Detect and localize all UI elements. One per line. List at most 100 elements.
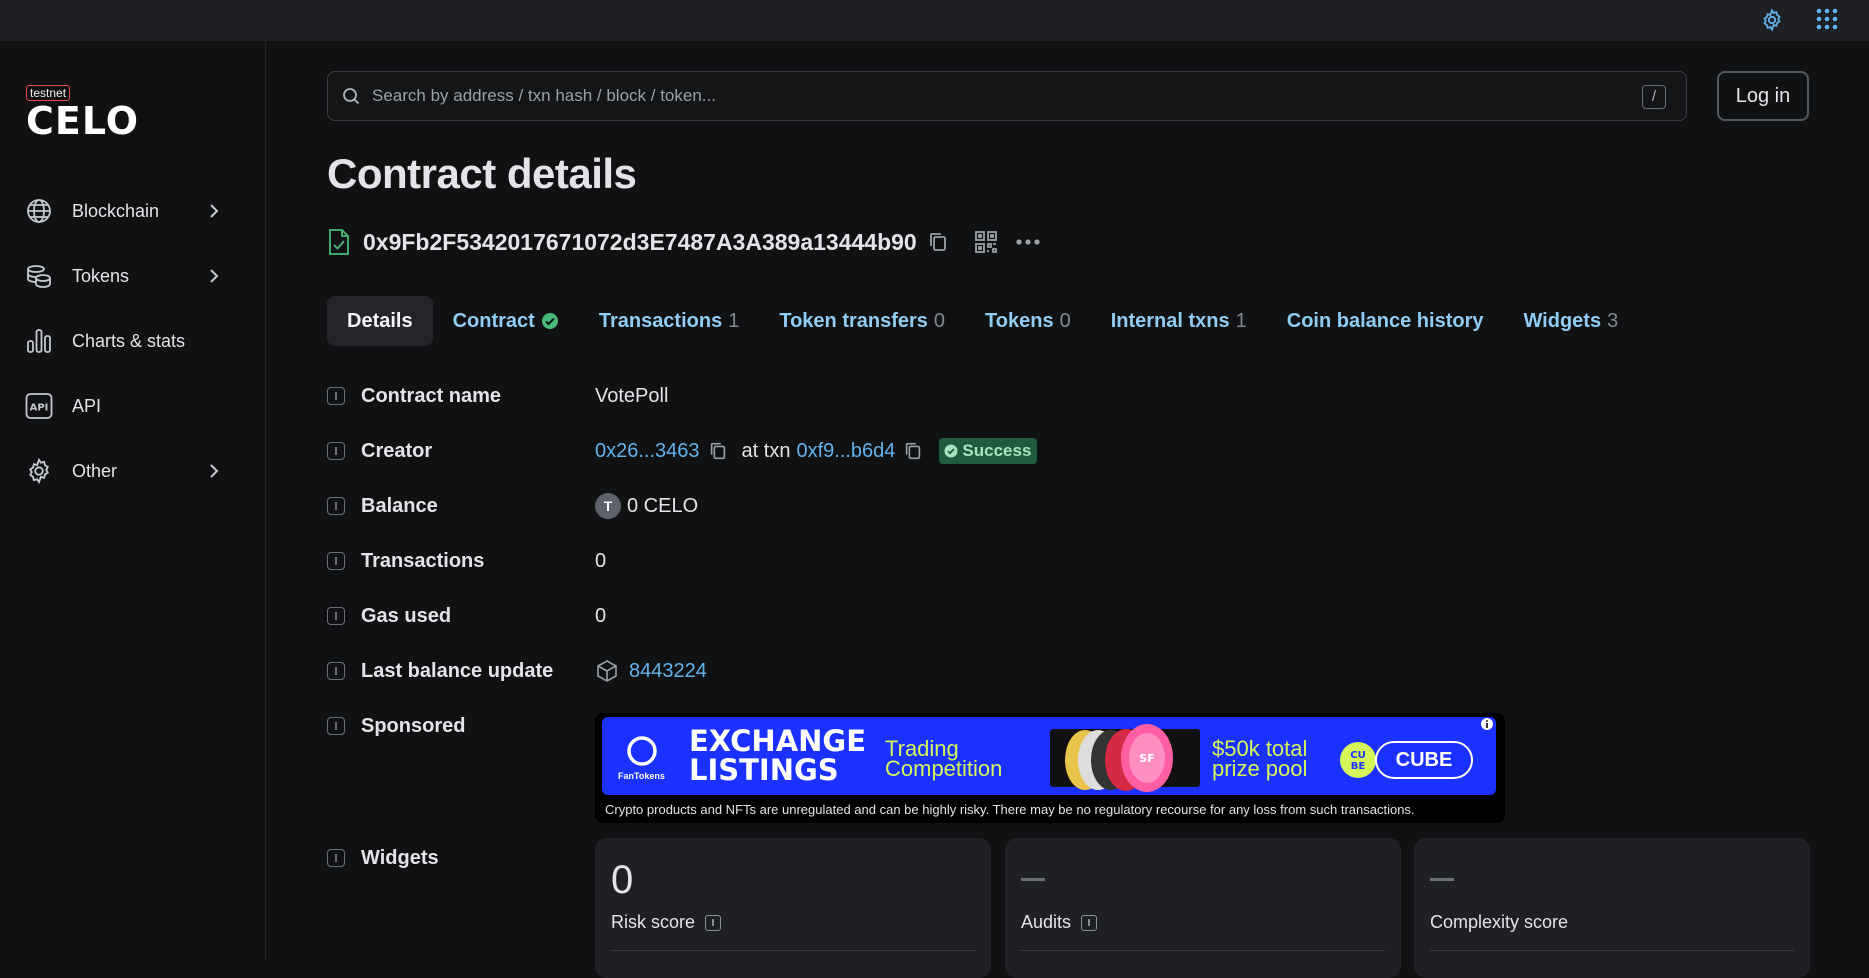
apps-grid-icon[interactable] [1815, 7, 1839, 31]
search-shortcut-hint: / [1642, 85, 1666, 109]
address-row: 0x9Fb2F5342017671072d3E7487A3A389a13444b… [327, 225, 1043, 259]
block-link[interactable]: 8443224 [629, 660, 707, 683]
tab-bar: Details Contract Transactions 1 Token tra… [327, 296, 1638, 346]
widget-label-text: Audits [1021, 912, 1072, 932]
tab-contract[interactable]: Contract [433, 296, 579, 346]
token-icon: T [595, 493, 621, 519]
info-icon[interactable] [327, 607, 345, 625]
tab-label: Widgets [1523, 309, 1602, 332]
sidebar-item-label: Charts & stats [72, 330, 186, 351]
ad-info-icon[interactable] [1480, 717, 1494, 731]
widget-empty-value [1021, 878, 1045, 881]
sidebar-item-other[interactable]: Other [24, 451, 224, 491]
tab-count: 0 [1059, 309, 1071, 332]
ad-headline-line1: EXCHANGE [689, 724, 867, 758]
top-bar [0, 0, 1869, 41]
ad-banner[interactable]: FanTokens EXCHANGE LISTINGS Trading Comp… [602, 717, 1496, 795]
ad-disclaimer: Crypto products and NFTs are unregulated… [605, 802, 1415, 817]
info-icon[interactable] [705, 914, 722, 931]
copy-icon[interactable] [708, 441, 728, 461]
tab-internal-txns[interactable]: Internal txns 1 [1091, 296, 1267, 346]
creator-address-link[interactable]: 0x26...3463 [595, 440, 700, 463]
status-text: Success [962, 441, 1032, 460]
tab-token-transfers[interactable]: Token transfers 0 [759, 296, 965, 346]
tab-count: 1 [1235, 309, 1247, 332]
copy-icon[interactable] [927, 231, 949, 253]
search-input[interactable] [372, 86, 1622, 106]
sidebar-item-tokens[interactable]: Tokens [24, 256, 224, 296]
tab-count: 1 [728, 309, 740, 332]
widget-label-text: Risk score [611, 912, 696, 932]
info-icon[interactable] [327, 552, 345, 570]
widget-audits[interactable]: Audits [1005, 838, 1401, 978]
balance-amount: 0 CELO [627, 494, 699, 517]
ad-brand: FanTokens [618, 771, 665, 781]
chevron-right-icon [210, 464, 219, 478]
ad-headline-line2: LISTINGS [689, 753, 839, 787]
ad-subtitle: Trading Competition [885, 738, 1002, 780]
tab-label: Tokens [985, 309, 1054, 332]
ad-prize-line2: prize pool [1212, 756, 1308, 781]
success-check-icon [944, 444, 958, 458]
tab-label: Transactions [598, 309, 723, 332]
tab-coin-balance-history[interactable]: Coin balance history [1267, 296, 1504, 346]
widget-complexity-score[interactable]: Complexity score [1414, 838, 1810, 978]
sidebar: testnet CELO Blockchain Tokens Charts & … [0, 41, 266, 960]
login-button[interactable]: Log in [1717, 71, 1809, 121]
creator-txn-link[interactable]: 0xf9...b6d4 [796, 440, 895, 463]
search-icon [343, 88, 360, 105]
creator-value: 0x26...3463 at txn 0xf9...b6d4 Success [595, 435, 1038, 467]
transactions-value: 0 [595, 549, 607, 572]
status-badge: Success [939, 438, 1038, 464]
copy-icon[interactable] [903, 441, 923, 461]
cube-logo-icon: CUBE [1340, 742, 1376, 778]
detail-row-widgets: Widgets [327, 842, 595, 874]
tab-transactions[interactable]: Transactions 1 [579, 296, 760, 346]
gas-used-value: 0 [595, 604, 607, 627]
sidebar-item-label: API [72, 395, 102, 416]
settings-icon[interactable] [1760, 8, 1784, 32]
globe-icon [24, 196, 54, 226]
contract-name-value: VotePoll [595, 384, 669, 407]
widget-risk-score[interactable]: 0 Risk score [595, 838, 991, 978]
tab-tokens[interactable]: Tokens 0 [965, 296, 1091, 346]
sidebar-item-charts[interactable]: Charts & stats [24, 321, 224, 361]
detail-label: Contract name [361, 384, 502, 407]
contract-file-icon [329, 229, 349, 255]
detail-label: Transactions [361, 549, 485, 572]
detail-label: Last balance update [361, 659, 554, 682]
detail-row-balance: Balance [327, 490, 595, 522]
info-icon[interactable] [327, 662, 345, 680]
sidebar-item-blockchain[interactable]: Blockchain [24, 191, 224, 231]
info-icon[interactable] [1081, 914, 1098, 931]
widget-divider [1430, 950, 1794, 951]
detail-row-last-balance-update: Last balance update [327, 655, 595, 687]
logo[interactable]: testnet CELO [26, 84, 139, 140]
info-icon[interactable] [327, 387, 345, 405]
detail-row-transactions: Transactions [327, 545, 595, 577]
tab-widgets[interactable]: Widgets 3 [1503, 296, 1638, 346]
widget-label-text: Complexity score [1430, 912, 1569, 932]
ad-cta-button[interactable]: CUBE [1375, 741, 1473, 779]
info-icon[interactable] [327, 442, 345, 460]
sidebar-item-api[interactable]: API API [24, 386, 224, 426]
gear-icon [24, 456, 54, 486]
widget-label: Risk score [611, 912, 722, 933]
widget-label: Complexity score [1430, 912, 1568, 933]
svg-text:SF: SF [1139, 752, 1154, 765]
block-cube-icon [597, 660, 617, 682]
info-icon[interactable] [327, 497, 345, 515]
tab-details[interactable]: Details [327, 296, 433, 346]
info-icon[interactable] [327, 849, 345, 867]
search-bar: / [327, 71, 1687, 121]
info-icon[interactable] [327, 717, 345, 735]
detail-row-sponsored: Sponsored [327, 710, 595, 742]
ad-headline: EXCHANGE LISTINGS [689, 727, 866, 785]
tab-label: Token transfers [779, 309, 928, 332]
more-options-icon[interactable] [1013, 231, 1043, 253]
sponsored-ad[interactable]: FanTokens EXCHANGE LISTINGS Trading Comp… [595, 713, 1505, 823]
tab-count: 3 [1607, 309, 1619, 332]
qr-code-icon[interactable] [973, 229, 999, 255]
detail-label: Sponsored [361, 714, 466, 737]
widget-divider [1021, 950, 1385, 951]
